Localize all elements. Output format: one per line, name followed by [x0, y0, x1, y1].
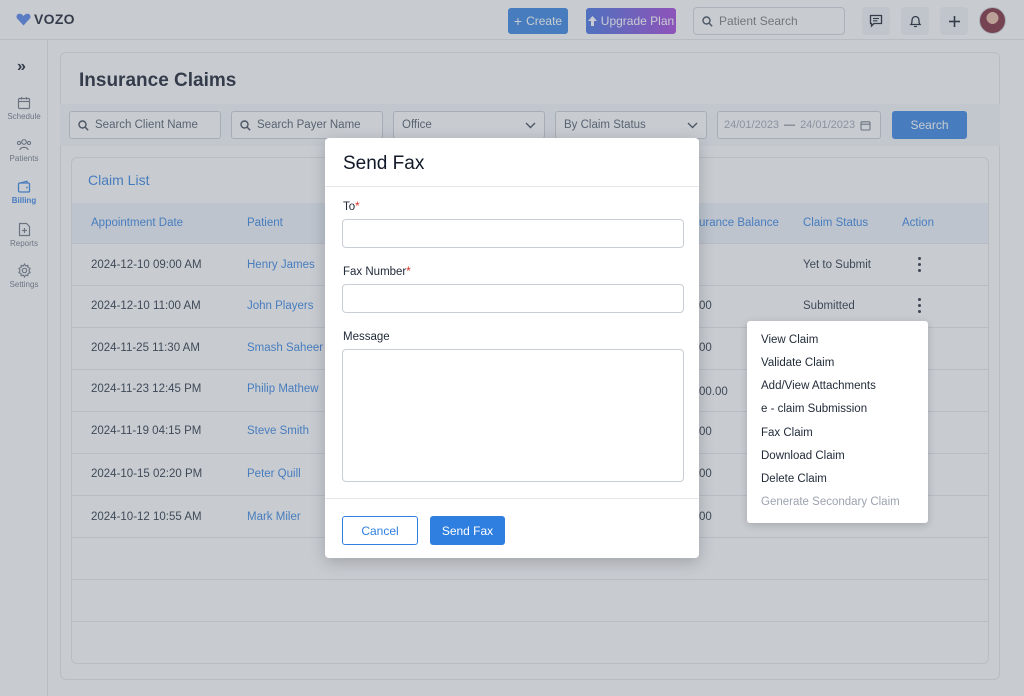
menu-item-delete-claim[interactable]: Delete Claim [761, 473, 827, 485]
to-input[interactable] [342, 219, 684, 248]
message-textarea[interactable] [342, 349, 684, 482]
modal-divider [325, 186, 699, 187]
send-fax-modal: Send Fax To* Fax Number* Message Cancel … [325, 138, 699, 558]
menu-item-view-claim[interactable]: View Claim [761, 334, 818, 346]
to-label-text: To [343, 201, 356, 213]
fax-number-input[interactable] [342, 284, 684, 313]
menu-item-validate-claim[interactable]: Validate Claim [761, 357, 834, 369]
send-fax-button[interactable]: Send Fax [430, 516, 505, 545]
cancel-button[interactable]: Cancel [342, 516, 418, 545]
to-label: To* [343, 201, 360, 213]
message-label: Message [343, 331, 390, 343]
modal-title: Send Fax [343, 153, 425, 174]
fax-number-label-text: Fax Number [343, 266, 407, 278]
modal-divider [325, 498, 699, 499]
menu-item-attachments[interactable]: Add/View Attachments [761, 380, 876, 392]
required-mark: * [406, 266, 411, 278]
required-mark: * [355, 201, 360, 213]
fax-number-label: Fax Number* [343, 266, 411, 278]
menu-item-download-claim[interactable]: Download Claim [761, 450, 845, 462]
menu-item-fax-claim[interactable]: Fax Claim [761, 427, 813, 439]
menu-item-e-claim-submission[interactable]: e - claim Submission [761, 403, 867, 415]
menu-item-generate-secondary-claim: Generate Secondary Claim [761, 496, 900, 508]
claim-action-menu: View Claim Validate Claim Add/View Attac… [747, 321, 928, 523]
